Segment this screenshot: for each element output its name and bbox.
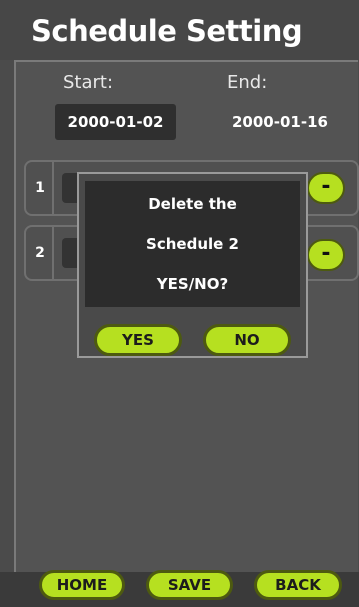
row-number-cell: 1 (26, 162, 54, 214)
delete-schedule-button[interactable]: - (307, 239, 345, 271)
row-number: 1 (35, 180, 45, 196)
row-number-cell: 2 (26, 227, 54, 279)
minus-icon: - (321, 174, 331, 199)
dialog-message-line-3: YES/NO? (156, 275, 229, 293)
title-bar: Schedule Setting (0, 0, 359, 60)
yes-button[interactable]: YES (94, 324, 182, 356)
row-number: 2 (35, 245, 45, 261)
dialog-message-line-2: Schedule 2 (146, 235, 239, 253)
end-label: End: (227, 72, 268, 93)
schedule-setting-screen: Schedule Setting Start: 2000-01-02 End: … (0, 0, 359, 607)
start-date-field[interactable]: 2000-01-02 (55, 104, 176, 140)
dialog-message-box: Delete the Schedule 2 YES/NO? (85, 181, 300, 307)
no-button[interactable]: NO (203, 324, 291, 356)
dialog-message-line-1: Delete the (148, 195, 237, 213)
delete-confirm-dialog: Delete the Schedule 2 YES/NO? YES NO (77, 172, 308, 358)
page-title: Schedule Setting (31, 14, 303, 48)
minus-icon: - (321, 241, 331, 266)
end-date-field[interactable]: 2000-01-16 (232, 104, 328, 140)
back-button[interactable]: BACK (254, 570, 342, 600)
delete-schedule-button[interactable]: - (307, 172, 345, 204)
home-button[interactable]: HOME (39, 570, 125, 600)
start-label: Start: (63, 72, 114, 93)
save-button[interactable]: SAVE (146, 570, 233, 600)
